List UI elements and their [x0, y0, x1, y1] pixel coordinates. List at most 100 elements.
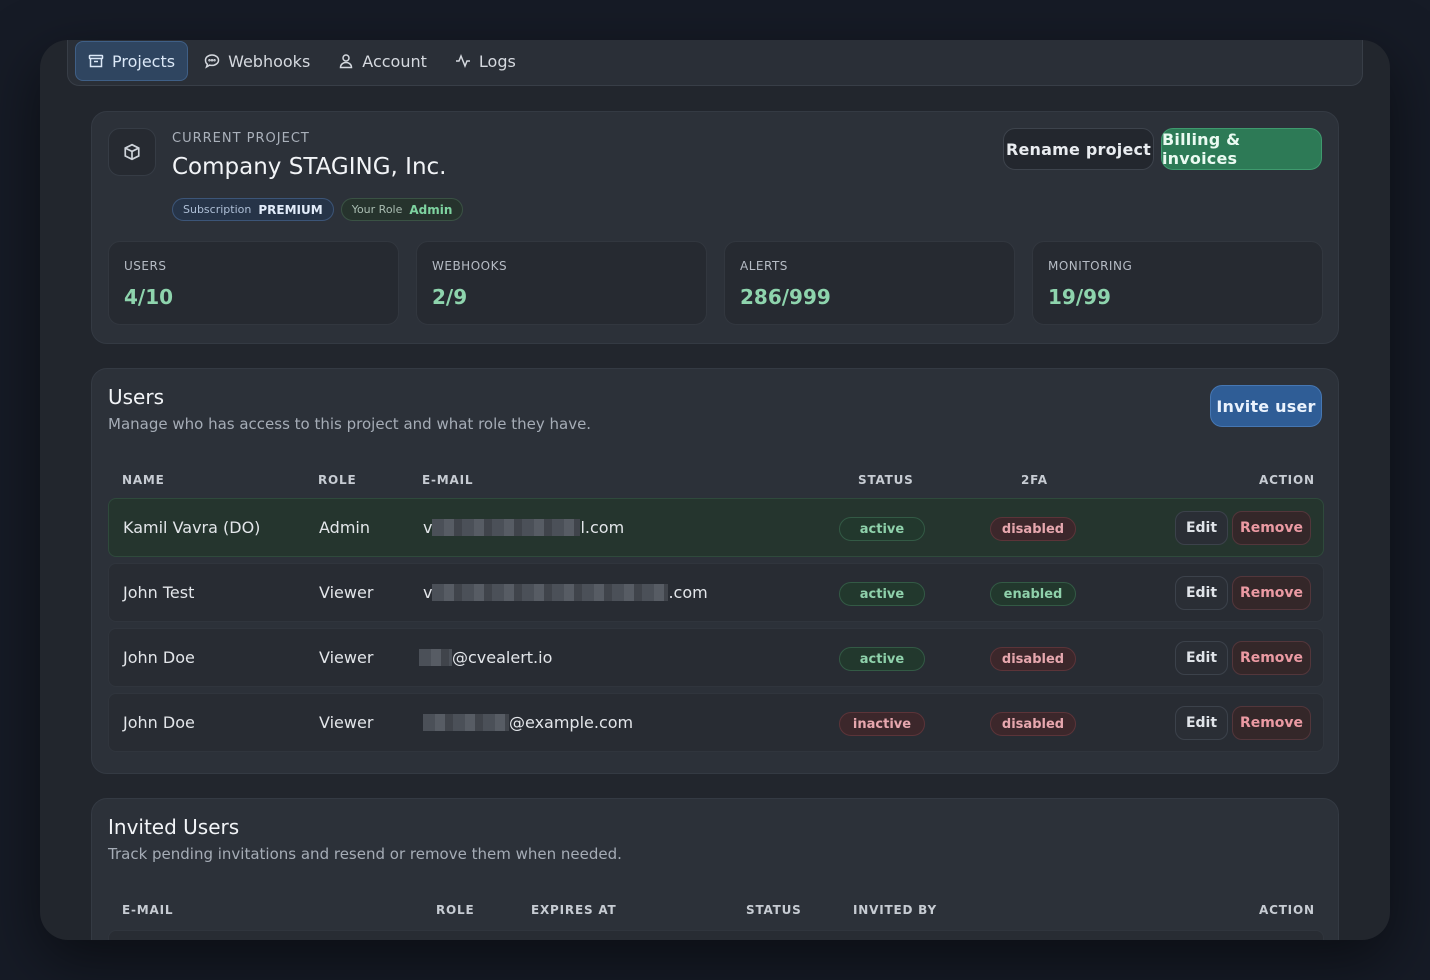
top-nav: Projects Webhooks Account Logs: [67, 40, 1363, 86]
invited-table-header: E-MAIL ROLE EXPIRES AT STATUS INVITED BY…: [108, 899, 1324, 923]
stat-alerts: ALERTS 286/999: [724, 241, 1015, 325]
col-invited-by: INVITED BY: [853, 903, 937, 917]
nav-item-logs[interactable]: Logs: [443, 41, 528, 81]
project-eyebrow: CURRENT PROJECT: [172, 131, 310, 146]
edit-button[interactable]: Edit: [1175, 576, 1228, 610]
stat-webhooks: WEBHOOKS 2/9: [416, 241, 707, 325]
col-action: ACTION: [1259, 903, 1315, 917]
email-suffix: @example.com: [509, 713, 634, 732]
role-badge-label: Your Role: [351, 203, 403, 216]
col-role: ROLE: [436, 903, 475, 917]
project-badges: Subscription PREMIUM Your Role Admin: [172, 198, 464, 221]
table-row: [108, 930, 1324, 940]
col-status: STATUS: [746, 903, 802, 917]
redacted-block: [419, 649, 452, 666]
status-badge: inactive: [839, 712, 925, 736]
subscription-badge-value: PREMIUM: [258, 202, 323, 217]
stat-monitoring: MONITORING 19/99: [1032, 241, 1323, 325]
users-title: Users: [108, 385, 165, 409]
edit-button[interactable]: Edit: [1175, 511, 1228, 545]
subscription-badge: Subscription PREMIUM: [172, 198, 334, 221]
stat-label: WEBHOOKS: [432, 259, 508, 273]
user-email: @cvealert.io: [419, 648, 552, 667]
nav-item-account[interactable]: Account: [326, 41, 439, 81]
stat-label: MONITORING: [1048, 259, 1133, 273]
users-subtitle: Manage who has access to this project an…: [108, 415, 592, 433]
status-badge: active: [839, 582, 925, 606]
cube-icon: [124, 143, 140, 161]
user-name: John Test: [123, 583, 195, 602]
twofa-badge: disabled: [990, 712, 1076, 736]
user-email: v l.com: [423, 518, 624, 537]
twofa-badge: disabled: [990, 647, 1076, 671]
twofa-badge: disabled: [990, 517, 1076, 541]
col-email: E-MAIL: [122, 903, 174, 917]
stat-label: ALERTS: [740, 259, 788, 273]
remove-button[interactable]: Remove: [1232, 641, 1311, 675]
users-table-header: NAME ROLE E-MAIL STATUS 2FA ACTION: [108, 469, 1324, 493]
user-email: @example.com: [423, 713, 633, 732]
nav-item-webhooks[interactable]: Webhooks: [192, 41, 322, 81]
email-suffix: @cvealert.io: [452, 648, 553, 667]
project-card: CURRENT PROJECT Company STAGING, Inc. Su…: [91, 111, 1339, 344]
table-row: John Doe Viewer @example.com inactive di…: [108, 693, 1324, 752]
stat-label: USERS: [124, 259, 167, 273]
email-suffix: .com: [668, 583, 708, 602]
nav-label-projects: Projects: [112, 51, 176, 71]
user-role: Admin: [319, 518, 370, 537]
col-2fa: 2FA: [1021, 473, 1048, 487]
redacted-block: [432, 584, 669, 601]
archive-icon: [88, 54, 104, 68]
edit-button[interactable]: Edit: [1175, 706, 1228, 740]
user-name: Kamil Vavra (DO): [123, 518, 261, 537]
user-name: John Doe: [123, 648, 195, 667]
stat-value: 2/9: [432, 285, 468, 309]
rename-project-button[interactable]: Rename project: [1003, 128, 1154, 170]
col-status: STATUS: [858, 473, 914, 487]
user-name: John Doe: [123, 713, 195, 732]
subscription-badge-label: Subscription: [183, 203, 252, 216]
billing-button[interactable]: Billing & invoices: [1161, 128, 1322, 170]
stat-value: 19/99: [1048, 285, 1111, 309]
project-stats: USERS 4/10 WEBHOOKS 2/9 ALERTS 286/999 M…: [108, 241, 1323, 325]
edit-button[interactable]: Edit: [1175, 641, 1228, 675]
invited-subtitle: Track pending invitations and resend or …: [108, 845, 622, 863]
stat-users: USERS 4/10: [108, 241, 399, 325]
activity-icon: [455, 53, 470, 69]
email-suffix: l.com: [580, 518, 625, 537]
remove-button[interactable]: Remove: [1232, 576, 1311, 610]
table-row: Kamil Vavra (DO) Admin v l.com active di…: [108, 498, 1324, 557]
nav-item-projects[interactable]: Projects: [75, 41, 189, 81]
invited-title: Invited Users: [108, 815, 240, 839]
user-role: Viewer: [319, 713, 374, 732]
remove-button[interactable]: Remove: [1232, 511, 1311, 545]
redacted-block: [432, 519, 581, 536]
status-badge: active: [839, 647, 925, 671]
email-prefix: v: [423, 518, 433, 537]
user-email: v .com: [423, 583, 708, 602]
col-action: ACTION: [1259, 473, 1315, 487]
role-badge-value: Admin: [409, 202, 453, 217]
user-icon: [340, 54, 353, 69]
col-expires-at: EXPIRES AT: [531, 903, 617, 917]
invite-user-button[interactable]: Invite user: [1210, 385, 1322, 427]
table-row: John Test Viewer v .com active enabled E…: [108, 563, 1324, 622]
col-name: NAME: [122, 473, 165, 487]
status-badge: active: [839, 517, 925, 541]
stat-value: 286/999: [740, 285, 831, 309]
stat-value: 4/10: [124, 285, 174, 309]
nav-label-webhooks: Webhooks: [228, 51, 311, 71]
user-role: Viewer: [319, 583, 374, 602]
nav-label-logs: Logs: [478, 51, 516, 71]
col-role: ROLE: [318, 473, 357, 487]
project-title: Company STAGING, Inc.: [172, 154, 447, 180]
nav-label-account: Account: [362, 51, 427, 71]
user-role: Viewer: [319, 648, 374, 667]
project-avatar: [108, 128, 156, 176]
app-window: Projects Webhooks Account Logs CURRENT P…: [40, 40, 1390, 940]
remove-button[interactable]: Remove: [1232, 706, 1311, 740]
table-row: John Doe Viewer @cvealert.io active disa…: [108, 628, 1324, 687]
twofa-badge: enabled: [990, 582, 1076, 606]
invited-users-card: Invited Users Track pending invitations …: [91, 798, 1339, 940]
users-card: Users Manage who has access to this proj…: [91, 368, 1339, 774]
